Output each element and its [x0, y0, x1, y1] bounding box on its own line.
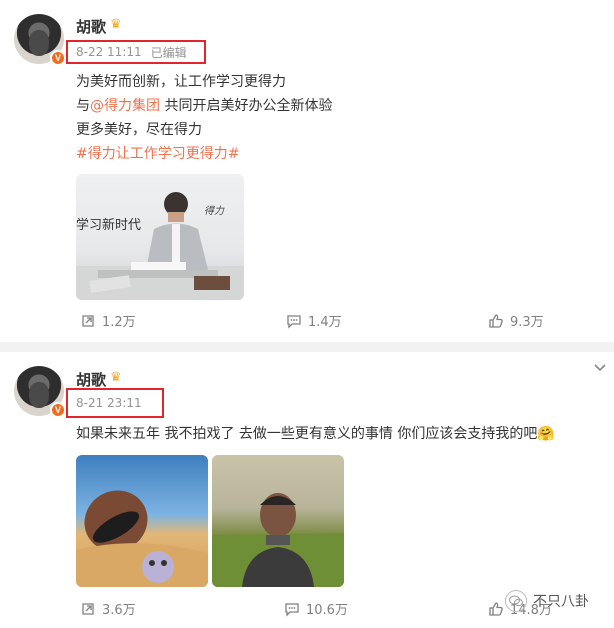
watermark: 不只八卦	[505, 590, 589, 612]
repost-button[interactable]: 3.6万	[80, 599, 136, 618]
repost-count: 1.2万	[102, 315, 136, 330]
post-text-line-1: 为美好而创新，让工作学习更得力	[76, 71, 286, 91]
post-text-line-3: 更多美好，尽在得力	[76, 119, 202, 139]
like-count: 9.3万	[510, 315, 544, 330]
repost-icon	[82, 314, 94, 327]
weibo-post-1: V 胡歌 ♛ 8-22 11:11 已编辑 为美好而创新，让工作学习更得力 与@…	[0, 0, 614, 342]
text-segment: 如果未来五年 我不拍戏了 去做一些更有意义的事情 你们应该会支持我的吧	[76, 426, 538, 442]
verified-badge: V	[50, 402, 66, 418]
avatar-face	[29, 382, 49, 408]
comment-button[interactable]: 10.6万	[284, 599, 348, 618]
avatar[interactable]: V	[14, 14, 66, 66]
avatar[interactable]: V	[14, 366, 66, 418]
mention-link[interactable]: @得力集团	[90, 98, 160, 114]
repost-button[interactable]: 1.2万	[80, 311, 136, 330]
post-text-line-2: 与@得力集团 共同开启美好办公全新体验	[76, 95, 332, 115]
text-segment: 为美好而创新，让工作学习更得力	[76, 74, 286, 90]
like-icon	[489, 313, 503, 328]
post-image-field[interactable]	[212, 455, 344, 587]
comment-icon	[287, 314, 301, 329]
post-time-highlight: 8-21 23:11	[66, 388, 164, 418]
repost-icon	[82, 602, 94, 615]
image-headline: 学习新时代	[76, 218, 142, 233]
text-segment: 与	[76, 98, 90, 114]
text-segment: 更多美好，尽在得力	[76, 122, 202, 138]
repost-count: 3.6万	[102, 603, 136, 618]
weibo-post-2: V 胡歌 ♛ 8-21 23:11 如果未来五年 我不拍戏了 去做一些更有意义的…	[0, 352, 614, 628]
text-segment: 共同开启美好办公全新体验	[160, 98, 333, 114]
verified-badge: V	[50, 50, 66, 66]
post-time[interactable]: 8-21 23:11	[76, 396, 142, 410]
desert-selfie-photo	[76, 490, 208, 587]
ad-photo	[76, 192, 244, 300]
comment-count: 1.4万	[308, 315, 342, 330]
feed-separator	[0, 342, 614, 352]
like-button[interactable]: 9.3万	[488, 311, 544, 330]
crown-icon: ♛	[110, 17, 122, 32]
post-image-desert[interactable]	[76, 455, 208, 587]
post-text: 如果未来五年 我不拍戏了 去做一些更有意义的事情 你们应该会支持我的吧🤗	[76, 423, 555, 443]
crown-icon: ♛	[110, 370, 122, 385]
comment-icon	[285, 602, 299, 617]
post-image[interactable]: 学习新时代 得力	[76, 174, 244, 300]
chevron-down-icon[interactable]	[594, 364, 606, 372]
author-name[interactable]: 胡歌	[76, 369, 106, 390]
image-signature: 得力	[204, 206, 224, 217]
post-time-highlight: 8-22 11:11 已编辑	[66, 40, 206, 64]
comment-button[interactable]: 1.4万	[286, 311, 342, 330]
comment-count: 10.6万	[306, 603, 348, 618]
post-time[interactable]: 8-22 11:11	[76, 45, 142, 59]
hashtag-link[interactable]: #得力让工作学习更得力#	[76, 143, 239, 163]
field-selfie-photo	[212, 493, 344, 587]
author-name[interactable]: 胡歌	[76, 16, 106, 37]
like-icon	[489, 601, 503, 616]
hug-emoji-icon: 🤗	[537, 426, 555, 442]
wechat-watermark-icon	[505, 590, 527, 612]
edited-label[interactable]: 已编辑	[151, 44, 187, 61]
watermark-text: 不只八卦	[533, 594, 589, 610]
avatar-face	[29, 30, 49, 56]
